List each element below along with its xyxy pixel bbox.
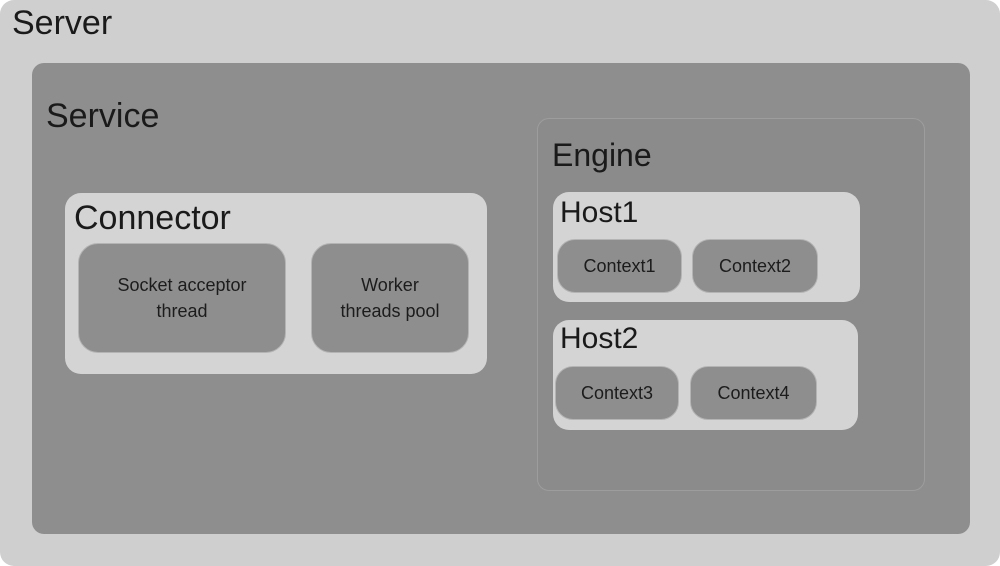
service-label: Service	[46, 97, 160, 135]
host1-label: Host1	[560, 196, 639, 229]
context4-box: Context4	[690, 366, 817, 420]
server-label: Server	[12, 4, 113, 42]
context1-box: Context1	[557, 239, 682, 293]
socket-acceptor-thread-box: Socket acceptor thread	[78, 243, 286, 353]
connector-label: Connector	[74, 199, 231, 237]
worker-threads-pool-box: Worker threads pool	[311, 243, 469, 353]
engine-label: Engine	[552, 137, 652, 173]
context2-box: Context2	[692, 239, 818, 293]
host2-label: Host2	[560, 322, 639, 355]
context3-box: Context3	[555, 366, 679, 420]
